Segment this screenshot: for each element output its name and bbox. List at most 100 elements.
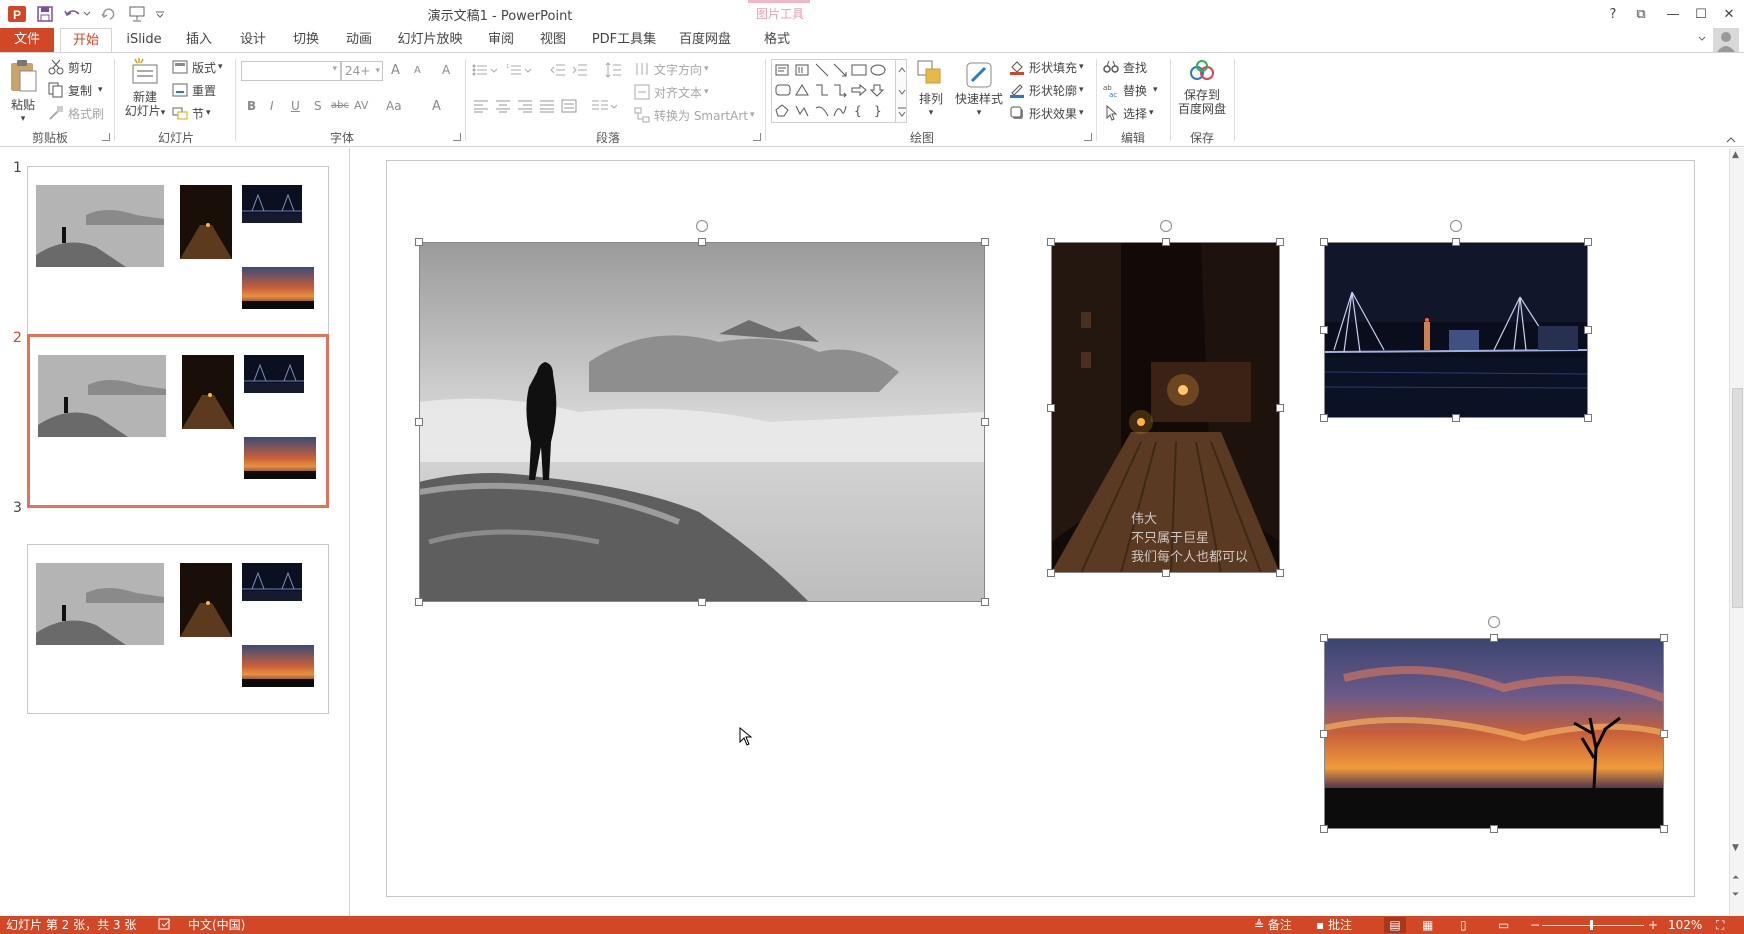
- tab-animations[interactable]: 动画: [336, 28, 382, 52]
- resize-handle[interactable]: [1584, 326, 1592, 334]
- change-case-button[interactable]: Aa: [386, 99, 402, 113]
- paragraph-launcher-icon[interactable]: [753, 133, 761, 141]
- zoom-slider-thumb[interactable]: [1590, 920, 1593, 930]
- copy-button[interactable]: 复制 ▾: [48, 80, 103, 100]
- justify-icon[interactable]: [539, 99, 555, 116]
- italic-button[interactable]: I: [270, 99, 274, 113]
- night-street-photo[interactable]: 伟大 不只属于巨星 我们每个人也都可以: [1051, 242, 1280, 574]
- convert-smartart-button[interactable]: 转换为 SmartArt ▾: [634, 105, 755, 125]
- notes-button[interactable]: ≜ 备注: [1254, 917, 1292, 933]
- zoom-slider[interactable]: [1542, 925, 1644, 926]
- vertical-scrollbar[interactable]: ▲ ▼ ⏶ ⏷: [1729, 148, 1744, 918]
- resize-handle[interactable]: [1161, 569, 1170, 577]
- tab-baidu-netdisk[interactable]: 百度网盘: [672, 28, 738, 52]
- scrollbar-thumb[interactable]: [1732, 388, 1743, 608]
- zoom-in-icon[interactable]: +: [1648, 917, 1658, 933]
- text-direction-button[interactable]: 文字方向 ▾: [634, 59, 709, 79]
- replace-button[interactable]: ab ac 替换 ▾: [1103, 80, 1158, 100]
- line-spacing-icon[interactable]: [604, 61, 628, 82]
- zoom-out-icon[interactable]: −: [1530, 917, 1540, 933]
- character-spacing-button[interactable]: AV: [354, 99, 368, 112]
- tab-slideshow[interactable]: 幻灯片放映: [392, 28, 468, 52]
- cut-button[interactable]: 剪切: [48, 57, 92, 77]
- resize-handle[interactable]: [1047, 569, 1055, 577]
- resize-handle[interactable]: [981, 598, 989, 606]
- new-slide-button[interactable]: 新建 幻灯片▾: [120, 57, 170, 120]
- strikethrough-button[interactable]: abc: [331, 100, 349, 111]
- slideshow-icon[interactable]: ▭: [1498, 917, 1509, 933]
- clipboard-launcher-icon[interactable]: [102, 133, 110, 141]
- rotate-handle-icon[interactable]: [1450, 220, 1462, 232]
- resize-handle[interactable]: [1276, 569, 1284, 577]
- select-button[interactable]: 选择 ▾: [1103, 103, 1154, 123]
- shapes-gallery[interactable]: { }: [771, 59, 907, 123]
- resize-handle[interactable]: [1047, 238, 1055, 246]
- resize-handle[interactable]: [1660, 729, 1668, 738]
- paste-button[interactable]: 粘贴 ▾: [6, 59, 40, 126]
- resize-handle[interactable]: [1276, 238, 1284, 246]
- spelling-check-icon[interactable]: [158, 917, 172, 933]
- scroll-up-icon[interactable]: ▲: [1732, 150, 1739, 160]
- resize-handle[interactable]: [1320, 729, 1328, 738]
- font-color-button[interactable]: A: [432, 99, 441, 114]
- resize-handle[interactable]: [1320, 825, 1328, 833]
- reading-view-icon[interactable]: ▯: [1460, 917, 1467, 933]
- next-slide-icon[interactable]: ⏷: [1732, 890, 1739, 900]
- tab-file[interactable]: 文件: [0, 28, 54, 52]
- tab-islide[interactable]: iSlide: [122, 28, 166, 52]
- normal-view-icon[interactable]: ▤: [1384, 917, 1406, 933]
- resize-handle[interactable]: [1161, 238, 1170, 246]
- resize-handle[interactable]: [1320, 634, 1328, 642]
- rotate-handle-icon[interactable]: [1159, 220, 1172, 232]
- tab-view[interactable]: 视图: [530, 28, 576, 52]
- shapes-gallery-scroll[interactable]: [895, 59, 907, 123]
- resize-handle[interactable]: [1584, 414, 1592, 422]
- tab-home[interactable]: 开始: [60, 28, 112, 53]
- rotate-handle-icon[interactable]: [1488, 616, 1500, 628]
- align-center-icon[interactable]: [495, 99, 511, 116]
- user-avatar[interactable]: [1713, 28, 1739, 52]
- drawing-launcher-icon[interactable]: [1084, 133, 1092, 141]
- quick-styles-button[interactable]: 快速样式 ▾: [953, 59, 1005, 120]
- format-painter-button[interactable]: 格式刷: [48, 103, 104, 123]
- resize-handle[interactable]: [1320, 414, 1328, 422]
- distributed-icon[interactable]: [561, 99, 577, 116]
- resize-handle[interactable]: [1660, 634, 1668, 642]
- minimize-button[interactable]: —: [1660, 3, 1686, 25]
- tab-design[interactable]: 设计: [230, 28, 276, 52]
- numbering-icon[interactable]: 1: [506, 63, 532, 80]
- decrease-indent-icon[interactable]: [550, 63, 566, 80]
- save-to-baidu-button[interactable]: 保存到 百度网盘: [1174, 59, 1230, 116]
- mountain-photo[interactable]: [418, 242, 985, 602]
- tab-format[interactable]: 格式: [754, 28, 800, 52]
- collapse-ribbon-icon[interactable]: [1725, 133, 1737, 147]
- resize-handle[interactable]: [698, 238, 706, 246]
- section-button[interactable]: 节 ▾: [172, 103, 211, 123]
- slide-sorter-icon[interactable]: ▦: [1422, 917, 1433, 933]
- comments-button[interactable]: ▪ 批注: [1316, 917, 1352, 933]
- columns-icon[interactable]: [591, 99, 618, 116]
- previous-slide-icon[interactable]: ⏶: [1732, 873, 1739, 883]
- resize-handle[interactable]: [1320, 238, 1328, 246]
- increase-indent-icon[interactable]: [572, 63, 588, 80]
- bold-button[interactable]: B: [247, 99, 256, 113]
- night-bridge-photo[interactable]: [1323, 242, 1589, 418]
- resize-handle[interactable]: [1047, 403, 1055, 412]
- tab-review[interactable]: 审阅: [478, 28, 524, 52]
- resize-handle[interactable]: [1276, 403, 1284, 412]
- slide-thumbnail-1[interactable]: [27, 166, 329, 336]
- resize-handle[interactable]: [981, 238, 989, 246]
- font-name-dropdown-icon[interactable]: ▾: [332, 64, 337, 74]
- rotate-handle-icon[interactable]: [696, 220, 708, 232]
- shape-fill-button[interactable]: 形状填充 ▾: [1009, 57, 1084, 77]
- sunset-tree-photo[interactable]: [1323, 638, 1666, 829]
- arrange-button[interactable]: 排列 ▾: [913, 59, 949, 120]
- ribbon-display-options-button[interactable]: ⧉: [1628, 3, 1654, 25]
- resize-handle[interactable]: [1452, 414, 1460, 422]
- fit-to-window-icon[interactable]: ⛶: [1716, 917, 1724, 933]
- grow-font-button[interactable]: A: [391, 63, 400, 78]
- clear-formatting-button[interactable]: A: [442, 63, 450, 77]
- resize-handle[interactable]: [415, 238, 423, 246]
- shape-outline-button[interactable]: 形状轮廓 ▾: [1009, 80, 1084, 100]
- resize-handle[interactable]: [698, 598, 706, 606]
